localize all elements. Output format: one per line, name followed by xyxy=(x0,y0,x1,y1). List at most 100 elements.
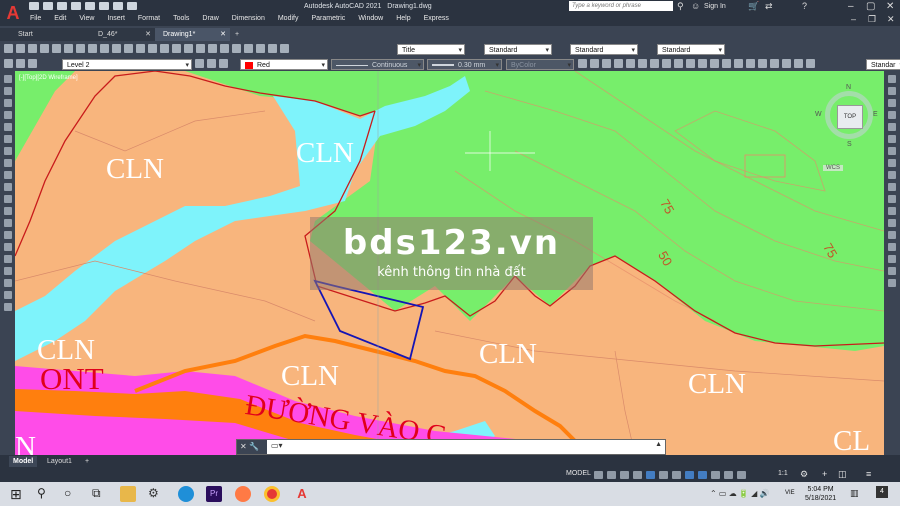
array-icon[interactable] xyxy=(888,123,896,131)
mirror-icon[interactable] xyxy=(888,99,896,107)
tab-d46[interactable]: D_46* ✕ xyxy=(80,28,155,41)
model-space-button[interactable]: MODEL xyxy=(566,470,591,477)
ellipse-arc-icon[interactable] xyxy=(3,195,12,203)
undo-icon[interactable] xyxy=(99,2,109,10)
doc-close-icon[interactable]: ✕ xyxy=(887,14,895,25)
sun-icon[interactable] xyxy=(28,59,37,68)
menu-format[interactable]: Format xyxy=(138,15,160,22)
autocad-taskbar-icon[interactable]: A xyxy=(294,486,310,502)
point-icon[interactable] xyxy=(3,231,12,239)
preview-icon[interactable] xyxy=(52,44,61,53)
paste-icon[interactable] xyxy=(100,44,109,53)
toolpalette-icon[interactable] xyxy=(232,44,241,53)
print-icon[interactable] xyxy=(85,2,95,10)
stretch-icon[interactable] xyxy=(888,171,896,179)
rectangle-icon[interactable] xyxy=(3,123,12,131)
customize-icon[interactable]: ≡ xyxy=(866,469,871,479)
tab-close-icon[interactable]: ✕ xyxy=(145,28,151,41)
grid-icon[interactable] xyxy=(594,471,603,479)
close-icon[interactable]: ✕ xyxy=(240,442,247,451)
chamfer-icon[interactable] xyxy=(888,243,896,251)
undo-icon[interactable] xyxy=(136,44,145,53)
polygon-icon[interactable] xyxy=(3,111,12,119)
notification-icon[interactable]: 4 xyxy=(876,486,888,498)
osnap-icon[interactable] xyxy=(685,471,694,479)
add-layout-button[interactable]: + xyxy=(81,456,93,467)
plotstyle-select[interactable]: ByColor xyxy=(506,59,574,71)
minimize-icon[interactable]: – xyxy=(848,1,854,12)
revcloud-icon[interactable] xyxy=(3,159,12,167)
viewcube-top-face[interactable]: TOP xyxy=(837,105,863,129)
make-current-icon[interactable] xyxy=(195,59,204,68)
explode-icon[interactable] xyxy=(888,279,896,287)
mtext-icon[interactable] xyxy=(3,291,12,299)
ellipse-icon[interactable] xyxy=(3,183,12,191)
redo-icon[interactable] xyxy=(113,2,123,10)
command-history-icon[interactable]: ▲ xyxy=(655,441,662,448)
arc-length-icon[interactable] xyxy=(602,59,611,68)
bulb-icon[interactable] xyxy=(16,59,25,68)
gradient-icon[interactable] xyxy=(3,255,12,263)
dim-text-edit-icon[interactable] xyxy=(794,59,803,68)
mleader-style-select[interactable]: Standard xyxy=(657,44,725,56)
polyline-icon[interactable] xyxy=(3,99,12,107)
break-point-icon[interactable] xyxy=(888,207,896,215)
chat-app-icon[interactable] xyxy=(235,486,251,502)
exchange-icon[interactable]: ⇄ xyxy=(765,1,773,12)
new-tab-button[interactable]: + xyxy=(232,28,246,41)
matchprop-icon[interactable] xyxy=(112,44,121,53)
annotation-visibility-icon[interactable] xyxy=(737,471,746,479)
trim-icon[interactable] xyxy=(888,183,896,191)
qnew-icon[interactable] xyxy=(4,44,13,53)
angular-icon[interactable] xyxy=(662,59,671,68)
viewport-label[interactable]: [-][Top][2D Wireframe] xyxy=(19,75,78,81)
open-icon[interactable] xyxy=(16,44,25,53)
cut-icon[interactable] xyxy=(76,44,85,53)
menu-window[interactable]: Window xyxy=(358,15,383,22)
redo-icon[interactable] xyxy=(148,44,157,53)
extend-icon[interactable] xyxy=(888,195,896,203)
tab-drawing1[interactable]: Drawing1* ✕ xyxy=(155,28,230,41)
zoom-window-icon[interactable] xyxy=(184,44,193,53)
radius-icon[interactable] xyxy=(626,59,635,68)
continue-icon[interactable] xyxy=(698,59,707,68)
command-prompt-icon[interactable]: ▭▾ xyxy=(271,441,283,450)
autocad-logo-icon[interactable]: A xyxy=(3,3,23,23)
wrench-icon[interactable]: 🔧 xyxy=(249,442,259,451)
ordinate-icon[interactable] xyxy=(614,59,623,68)
command-line[interactable]: ✕ 🔧 ▭▾ ▲ xyxy=(236,439,666,455)
move-icon[interactable] xyxy=(888,135,896,143)
tab-start[interactable]: Start xyxy=(0,28,80,41)
cart-icon[interactable]: 🛒 xyxy=(748,1,759,12)
ortho-icon[interactable] xyxy=(633,471,642,479)
annotation-scale[interactable]: 1:1 xyxy=(778,470,788,477)
settings-icon[interactable]: ⚙ xyxy=(148,486,164,502)
properties-icon[interactable] xyxy=(208,44,217,53)
selection-cycling-icon[interactable] xyxy=(724,471,733,479)
offset-icon[interactable] xyxy=(888,111,896,119)
menu-edit[interactable]: Edit xyxy=(54,15,66,22)
zoom-icon[interactable] xyxy=(172,44,181,53)
tolerance-icon[interactable] xyxy=(734,59,743,68)
search-input[interactable]: Type a keyword or phrase xyxy=(569,1,673,11)
wcs-menu[interactable]: WCS xyxy=(823,165,843,171)
share-icon[interactable] xyxy=(127,2,137,10)
plus-icon[interactable]: + xyxy=(822,469,827,479)
open-icon[interactable] xyxy=(43,2,53,10)
jogged-icon[interactable] xyxy=(638,59,647,68)
table-icon[interactable] xyxy=(3,279,12,287)
search-icon[interactable]: ⚲ xyxy=(37,486,53,502)
arc-icon[interactable] xyxy=(3,135,12,143)
designcenter-icon[interactable] xyxy=(220,44,229,53)
menu-parametric[interactable]: Parametric xyxy=(311,15,345,22)
file-explorer-icon[interactable] xyxy=(120,486,136,502)
inspect-icon[interactable] xyxy=(758,59,767,68)
linear-dim-icon[interactable] xyxy=(578,59,587,68)
cortana-icon[interactable]: ○ xyxy=(64,486,80,502)
hardware-accel-icon[interactable]: ◫ xyxy=(838,469,847,480)
lineweight-select[interactable]: 0.30 mm xyxy=(427,59,502,71)
linetype-select[interactable]: Continuous xyxy=(331,59,424,71)
premiere-icon[interactable]: Pr xyxy=(206,486,222,502)
taskview-icon[interactable]: ⧉ xyxy=(92,486,108,502)
circle-icon[interactable] xyxy=(3,147,12,155)
